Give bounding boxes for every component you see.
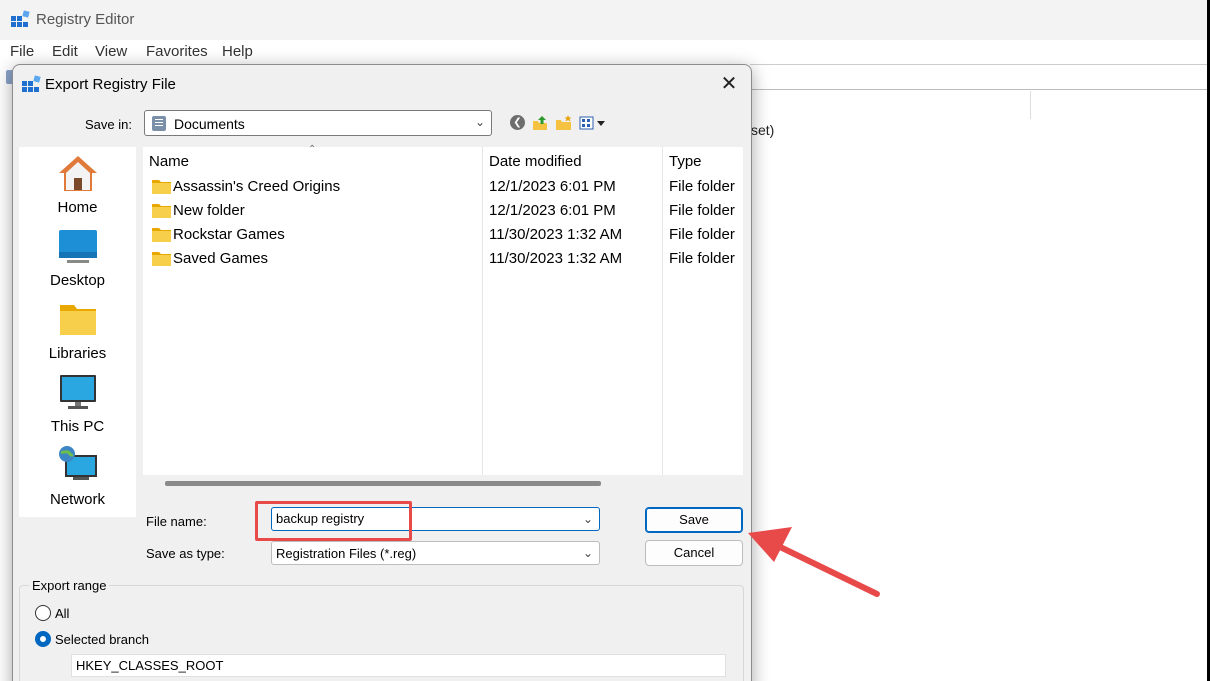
back-icon[interactable]: ❮ — [510, 115, 525, 130]
save-in-dropdown[interactable]: Documents ⌄ — [144, 110, 492, 136]
file-type: File folder — [669, 202, 735, 219]
registry-editor-icon — [11, 10, 30, 27]
place-network[interactable]: Network — [19, 443, 136, 515]
selected-branch-value: HKEY_CLASSES_ROOT — [76, 658, 224, 673]
close-button[interactable]: ✕ — [713, 71, 745, 97]
file-date: 12/1/2023 6:01 PM — [489, 202, 616, 219]
place-label: Libraries — [48, 345, 107, 362]
radio-all-label[interactable]: All — [55, 606, 69, 621]
folder-icon — [152, 252, 171, 266]
registry-address-bar — [750, 64, 1210, 90]
place-label: This PC — [50, 418, 105, 435]
menu-edit[interactable]: Edit — [52, 43, 78, 60]
dialog-title: Export Registry File — [45, 76, 176, 93]
registry-editor-title: Registry Editor — [36, 11, 135, 28]
place-label: Desktop — [49, 272, 106, 289]
file-date: 11/30/2023 1:32 AM — [489, 226, 623, 243]
this-pc-icon — [60, 375, 96, 409]
registry-tree-strip — [0, 64, 12, 681]
up-folder-icon[interactable] — [531, 115, 549, 131]
file-date: 12/1/2023 6:01 PM — [489, 178, 616, 195]
file-name: Saved Games — [173, 250, 269, 267]
annotation-arrow-icon — [748, 527, 880, 597]
column-header-name[interactable]: Name — [149, 153, 189, 170]
save-button[interactable]: Save — [645, 507, 743, 533]
place-label: Home — [57, 199, 98, 216]
home-icon — [59, 156, 97, 191]
view-menu-icon[interactable] — [579, 115, 609, 131]
folder-icon — [152, 228, 171, 242]
place-label: Network — [49, 491, 105, 508]
libraries-icon — [60, 305, 96, 335]
file-list[interactable]: ⌃ Name Date modified Type Assassin's Cre… — [143, 144, 743, 475]
registry-editor-titlebar: Registry Editor — [0, 0, 1210, 40]
column-divider — [1030, 91, 1031, 119]
place-this-pc[interactable]: This PC — [19, 370, 136, 442]
file-type: File folder — [669, 250, 735, 267]
file-name: Assassin's Creed Origins — [173, 178, 341, 195]
close-icon: ✕ — [720, 73, 738, 95]
desktop-icon — [59, 230, 97, 263]
export-range-legend: Export range — [29, 578, 110, 593]
menu-view[interactable]: View — [95, 43, 127, 60]
save-in-value: Documents — [174, 116, 245, 132]
menu-favorites[interactable]: Favorites — [146, 43, 208, 60]
save-as-type-value: Registration Files (*.reg) — [276, 546, 417, 561]
file-row[interactable]: New folder 12/1/2023 6:01 PM File folder — [143, 199, 743, 223]
menu-file[interactable]: File — [10, 43, 34, 60]
registry-value-partial: set) — [751, 122, 775, 138]
folder-icon — [152, 180, 171, 194]
cancel-button[interactable]: Cancel — [645, 540, 743, 566]
export-registry-dialog: Export Registry File ✕ Save in: Document… — [12, 64, 752, 681]
folder-icon — [152, 204, 171, 218]
file-name-label: File name: — [146, 514, 207, 529]
chevron-down-icon: ⌄ — [474, 115, 485, 129]
menu-help[interactable]: Help — [222, 43, 253, 60]
save-as-type-dropdown[interactable]: Registration Files (*.reg) ⌄ — [271, 541, 600, 565]
file-row[interactable]: Saved Games 11/30/2023 1:32 AM File fold… — [143, 247, 743, 271]
new-folder-icon[interactable] — [555, 115, 573, 131]
column-header-type[interactable]: Type — [669, 153, 702, 170]
sort-ascending-icon: ⌃ — [308, 144, 317, 155]
horizontal-scrollbar[interactable] — [143, 475, 743, 489]
file-row[interactable]: Assassin's Creed Origins 12/1/2023 6:01 … — [143, 175, 743, 199]
file-type: File folder — [669, 226, 735, 243]
column-header-date-modified[interactable]: Date modified — [489, 153, 582, 170]
file-date: 11/30/2023 1:32 AM — [489, 250, 623, 267]
file-type: File folder — [669, 178, 735, 195]
places-bar: Home Desktop Libraries This PC Network — [19, 147, 136, 517]
file-name: New folder — [173, 202, 245, 219]
selected-branch-field[interactable]: HKEY_CLASSES_ROOT — [71, 654, 726, 677]
chevron-down-icon[interactable]: ⌄ — [583, 512, 593, 526]
file-name: Rockstar Games — [173, 226, 285, 243]
file-row[interactable]: Rockstar Games 11/30/2023 1:32 AM File f… — [143, 223, 743, 247]
radio-selected-branch-label[interactable]: Selected branch — [55, 632, 149, 647]
registry-editor-icon — [22, 75, 41, 92]
chevron-down-icon: ⌄ — [582, 546, 593, 560]
place-libraries[interactable]: Libraries — [19, 297, 136, 369]
radio-selected-branch[interactable] — [35, 631, 51, 647]
scrollbar-thumb[interactable] — [165, 481, 601, 486]
save-as-type-label: Save as type: — [146, 546, 225, 561]
radio-all[interactable] — [35, 605, 51, 621]
place-home[interactable]: Home — [19, 151, 136, 223]
documents-icon — [152, 116, 166, 131]
network-icon — [59, 446, 97, 480]
place-desktop[interactable]: Desktop — [19, 224, 136, 296]
annotation-highlight-box — [255, 501, 412, 541]
save-in-label: Save in: — [85, 117, 132, 132]
